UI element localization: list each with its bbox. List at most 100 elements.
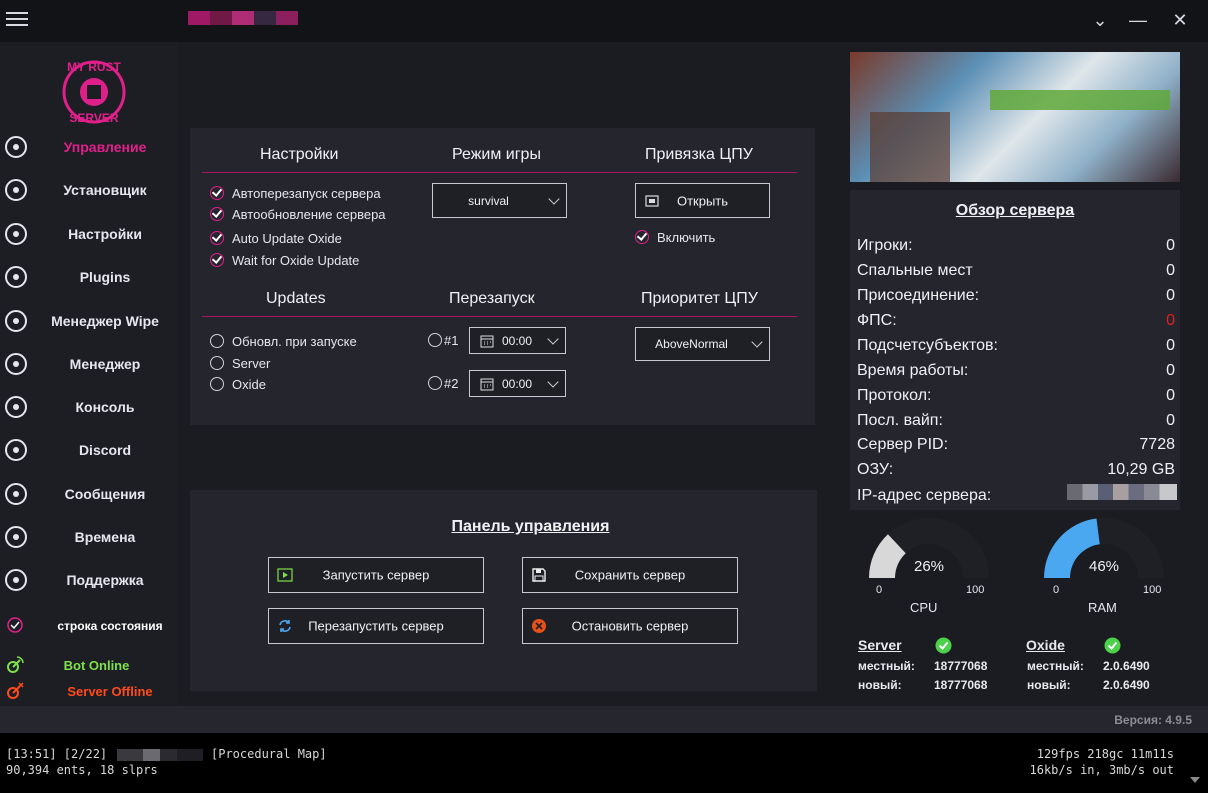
auto-restart-check[interactable]: Автоперезапуск сервера (210, 186, 381, 201)
cpu-priority-value: AboveNormal (655, 337, 728, 351)
sidebar-item-7[interactable]: Консоль (0, 388, 178, 428)
sidebar-item-6[interactable]: Менеджер (0, 345, 178, 385)
stat-value: 0 (1166, 312, 1175, 329)
stat-value: 0 (1166, 412, 1175, 429)
check-icon (210, 231, 224, 245)
stat-value: 0 (1166, 237, 1175, 254)
server-local-label: местный: (858, 659, 915, 673)
settings-heading: Настройки (260, 146, 339, 163)
chevron-down-icon (751, 336, 763, 348)
enable-affinity-check[interactable]: Включить (635, 230, 715, 245)
stat-row: Сервер PID: 7728 (857, 436, 1175, 454)
auto-update-server-check[interactable]: Автообновление сервера (210, 207, 386, 222)
sidebar-item-8[interactable]: Discord (0, 431, 178, 471)
stat-value: 10,29 GB (1107, 461, 1175, 478)
layers-icon (5, 310, 27, 332)
ram-max-label: 100 (1143, 584, 1162, 596)
stat-label: ФПС: (857, 312, 897, 329)
chevron-down-icon (548, 192, 560, 205)
open-affinity-button[interactable]: Открыть (635, 183, 770, 218)
oxide-local-label: местный: (1027, 659, 1084, 673)
stat-row: Подсчетсубъектов: 0 (857, 337, 1175, 355)
stat-value: 0 (1166, 262, 1175, 279)
bot-antenna-icon (7, 656, 24, 673)
gear-icon (5, 179, 27, 201)
ram-label: RAM (1088, 600, 1117, 615)
game-mode-select[interactable]: survival (432, 183, 567, 218)
sidebar-item-label: Поддержка (66, 572, 144, 588)
check-icon (210, 186, 224, 200)
sidebar-item-9[interactable]: Сообщения (0, 475, 178, 515)
cpu-min-label: 0 (876, 584, 883, 596)
status-bar-label[interactable]: строка состояния (30, 619, 190, 633)
server-antenna-icon (7, 682, 24, 699)
oxide-local-version: 2.0.6490 (1103, 659, 1150, 673)
sidebar-item-label: Времена (74, 529, 136, 545)
sidebar-item-1[interactable]: Управление (0, 128, 178, 168)
calendar-icon (480, 335, 494, 348)
svg-text:SERVER: SERVER (69, 111, 118, 125)
sidebar-item-label: Настройки (68, 226, 142, 242)
cpu-priority-select[interactable]: AboveNormal (635, 327, 770, 361)
restart-2-time[interactable]: 00:00 (469, 370, 566, 397)
sidebar-item-label: Plugins (79, 269, 131, 285)
console-line-1-left: [13:51] [2/22] (6, 747, 108, 761)
sidebar-item-4[interactable]: Plugins (0, 258, 178, 298)
check-circle-icon (935, 637, 952, 654)
update-on-start-radio[interactable]: Обновл. при запуске (210, 334, 357, 349)
console-line-1-right: 129fps 218gc 11m11s (1036, 747, 1174, 761)
oxide-new-version: 2.0.6490 (1103, 678, 1150, 692)
start-server-button[interactable]: Запустить сервер (268, 557, 484, 593)
cpu-gauge (869, 518, 989, 578)
server-banner-image (850, 52, 1180, 182)
restart-heading: Перезапуск (449, 290, 535, 307)
sidebar-item-5[interactable]: Менеджер Wipe (0, 302, 178, 342)
stop-server-button[interactable]: Остановить сервер (522, 608, 738, 644)
stat-label: Время работы: (857, 362, 969, 379)
game-mode-heading: Режим игры (452, 146, 541, 163)
check-icon (210, 253, 224, 267)
console-line-2-right: 16kb/s in, 3mb/s out (1029, 763, 1175, 777)
stat-value: 7728 (1139, 436, 1175, 453)
restart-1-time[interactable]: 00:00 (469, 327, 566, 354)
auto-update-oxide-check[interactable]: Auto Update Oxide (210, 231, 342, 246)
sidebar-item-label: Консоль (75, 399, 135, 415)
stat-label: Игроки: (857, 237, 913, 254)
sidebar-item-label: Менеджер Wipe (51, 313, 159, 329)
stat-label: Подсчетсубъектов: (857, 337, 998, 354)
update-oxide-radio[interactable]: Oxide (210, 377, 266, 392)
check-circle-icon (1104, 637, 1121, 654)
wait-oxide-update-check[interactable]: Wait for Oxide Update (210, 253, 359, 268)
sidebar-item-11[interactable]: Поддержка (0, 561, 178, 601)
restart-1-radio[interactable]: #1 (428, 333, 458, 348)
save-server-button[interactable]: Сохранить сервер (522, 557, 738, 593)
server-new-label: новый: (858, 678, 902, 692)
sidebar-item-2[interactable]: Установщик (0, 171, 178, 211)
sidebar-item-label: Управление (63, 139, 147, 155)
sidebar-item-3[interactable]: Настройки (0, 215, 178, 255)
sidebar-item-10[interactable]: Времена (0, 518, 178, 558)
minimize-button[interactable]: — (1126, 8, 1150, 32)
stat-label: Сервер PID: (857, 436, 949, 453)
chat-icon (5, 483, 27, 505)
scroll-down-icon[interactable] (1190, 777, 1200, 783)
title-bar: ⌄ — ✕ (0, 0, 1208, 42)
collapse-button[interactable]: ⌄ (1088, 8, 1112, 32)
support-icon (5, 569, 27, 591)
overview-title: Обзор сервера (955, 202, 1075, 219)
cpu-priority-heading: Приоритет ЦПУ (641, 290, 758, 307)
chevron-down-icon (547, 332, 559, 345)
update-server-radio[interactable]: Server (210, 356, 270, 371)
hamburger-menu-icon[interactable] (6, 8, 28, 30)
stat-label: ОЗУ: (857, 461, 894, 478)
terminal-icon (5, 396, 27, 418)
svg-text:MY RUST: MY RUST (67, 60, 121, 74)
close-button[interactable]: ✕ (1168, 8, 1192, 32)
console-line-2-left: 90,394 ents, 18 slprs (6, 763, 158, 777)
restart-server-button[interactable]: Перезапустить сервер (268, 608, 484, 644)
restart-2-radio[interactable]: #2 (428, 376, 458, 391)
cpu-percent: 26% (913, 558, 945, 575)
server-new-version: 18777068 (934, 678, 988, 692)
console-output: [13:51] [2/22] [Procedural Map] 90,394 e… (0, 733, 1208, 793)
sidebar-item-label: Менеджер (69, 356, 141, 372)
